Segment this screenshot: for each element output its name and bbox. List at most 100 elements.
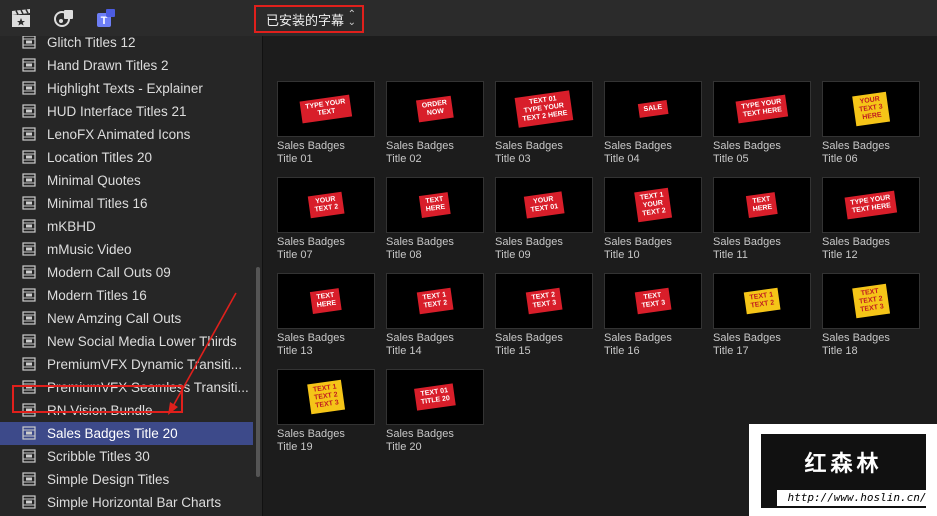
sidebar-item[interactable]: New Social Media Lower Thirds: [0, 330, 253, 353]
tile-caption: Sales Badges Title 02: [386, 140, 454, 165]
title-effect-icon: [22, 173, 36, 187]
title-tile[interactable]: TEXT HERE Sales Badges Title 11: [713, 177, 811, 267]
sidebar-item-label: Highlight Texts - Explainer: [47, 81, 203, 96]
title-tile[interactable]: TEXT 1 TEXT 2 TEXT 3 Sales Badges Title 1…: [277, 369, 375, 459]
sidebar-item-label: Simple Horizontal Bar Charts: [47, 495, 222, 510]
tile-caption: Sales Badges Title 17: [713, 332, 781, 357]
thumbnail-badge-text: ORDER NOW: [416, 95, 454, 123]
title-effect-icon: [22, 449, 36, 463]
sidebar-item[interactable]: Location Titles 20: [0, 146, 253, 169]
thumbnail-badge-text: TEXT TEXT 2 TEXT 3: [852, 283, 890, 319]
tile-caption: Sales Badges Title 07: [277, 236, 345, 261]
title-effect-icon: [22, 104, 36, 118]
sidebar-item[interactable]: Modern Call Outs 09: [0, 261, 253, 284]
thumbnail-badge-text: TEXT 1 TEXT 2 TEXT 3: [307, 379, 345, 415]
sidebar-item[interactable]: Simple Horizontal Bar Charts: [0, 491, 253, 514]
title-tile[interactable]: YOUR TEXT 2 Sales Badges Title 07: [277, 177, 375, 267]
sidebar-item[interactable]: Sales Badges Title 20: [0, 422, 253, 445]
title-effect-icon: [22, 311, 36, 325]
watermark-title: 红森林: [804, 452, 883, 477]
sidebar-item-label: Modern Titles 16: [47, 288, 147, 303]
music-photo-icon[interactable]: [54, 8, 76, 28]
tile-thumbnail: TEXT HERE: [386, 177, 484, 233]
title-tile[interactable]: TEXT 1 TEXT 2 Sales Badges Title 14: [386, 273, 484, 363]
title-tile[interactable]: SALE Sales Badges Title 04: [604, 81, 702, 171]
sidebar-item[interactable]: Modern Titles 16: [0, 284, 253, 307]
title-tile[interactable]: TEXT 01 TITLE 20 Sales Badges Title 20: [386, 369, 484, 459]
selection-highlight-box: [12, 385, 183, 413]
tile-caption: Sales Badges Title 20: [386, 428, 454, 453]
title-effect-icon: [22, 196, 36, 210]
sidebar-item-label: PremiumVFX Dynamic Transiti...: [47, 357, 243, 372]
thumbnail-badge-text: TYPE YOUR TEXT: [299, 94, 353, 124]
sidebar-item-label: HUD Interface Titles 21: [47, 104, 187, 119]
title-tile[interactable]: TEXT TEXT 2 TEXT 3 Sales Badges Title 18: [822, 273, 920, 363]
thumbnail-badge-text: TEXT HERE: [418, 192, 452, 218]
title-effect-icon: [22, 265, 36, 279]
sidebar-item[interactable]: PremiumVFX Dynamic Transiti...: [0, 353, 253, 376]
thumbnail-badge-text: SALE: [637, 100, 669, 118]
tile-thumbnail: TEXT 01 TITLE 20: [386, 369, 484, 425]
installed-titles-dropdown[interactable]: 已安装的字幕 ⌃ ⌄: [254, 5, 364, 33]
sidebar-item[interactable]: Scribble Titles 30: [0, 445, 253, 468]
title-tile[interactable]: TEXT HERE Sales Badges Title 13: [277, 273, 375, 363]
thumbnail-badge-text: TEXT TEXT 3: [634, 287, 672, 315]
tile-thumbnail: TEXT 01 TYPE YOUR TEXT 2 HERE: [495, 81, 593, 137]
tile-caption: Sales Badges Title 12: [822, 236, 890, 261]
title-effect-icon: [22, 495, 36, 509]
sidebar-item[interactable]: HUD Interface Titles 21: [0, 100, 253, 123]
thumbnail-badge-text: TEXT 2 TEXT 3: [525, 287, 563, 315]
sidebar-item[interactable]: Glitch Titles 12: [0, 36, 253, 54]
title-tile[interactable]: YOUR TEXT 3 HERE Sales Badges Title 06: [822, 81, 920, 171]
tile-thumbnail: ORDER NOW: [386, 81, 484, 137]
title-tile[interactable]: TEXT 1 YOUR TEXT 2 Sales Badges Title 10: [604, 177, 702, 267]
tile-thumbnail: YOUR TEXT 3 HERE: [822, 81, 920, 137]
watermark-url: http://www.hoslin.cn/: [777, 490, 937, 506]
sidebar-item-label: Scribble Titles 30: [47, 449, 150, 464]
tile-thumbnail: TYPE YOUR TEXT: [277, 81, 375, 137]
tile-thumbnail: TEXT HERE: [713, 177, 811, 233]
title-tile[interactable]: TYPE YOUR TEXT Sales Badges Title 01: [277, 81, 375, 171]
title-tile[interactable]: TYPE YOUR TEXT HERE Sales Badges Title 12: [822, 177, 920, 267]
sidebar-item[interactable]: mMusic Video: [0, 238, 253, 261]
title-tile[interactable]: TEXT TEXT 3 Sales Badges Title 16: [604, 273, 702, 363]
thumbnail-badge-text: YOUR TEXT 01: [523, 191, 565, 219]
sidebar-item-label: Minimal Quotes: [47, 173, 141, 188]
tile-thumbnail: SALE: [604, 81, 702, 137]
title-tile[interactable]: ORDER NOW Sales Badges Title 02: [386, 81, 484, 171]
title-effect-icon: [22, 127, 36, 141]
sidebar-item[interactable]: New Amzing Call Outs: [0, 307, 253, 330]
tile-thumbnail: YOUR TEXT 2: [277, 177, 375, 233]
title-tile[interactable]: TEXT 01 TYPE YOUR TEXT 2 HERE Sales Badge…: [495, 81, 593, 171]
sidebar-item[interactable]: Minimal Titles 16: [0, 192, 253, 215]
title-tile[interactable]: TEXT HERE Sales Badges Title 08: [386, 177, 484, 267]
thumbnail-badge-text: TEXT 1 TEXT 2: [743, 287, 781, 315]
thumbnail-badge-text: YOUR TEXT 3 HERE: [852, 91, 890, 127]
thumbnail-badge-text: TEXT 1 TEXT 2: [416, 287, 454, 315]
dropdown-label: 已安装的字幕: [266, 12, 345, 28]
clapper-icon[interactable]: [10, 8, 32, 28]
tile-caption: Sales Badges Title 09: [495, 236, 563, 261]
sidebar-item[interactable]: mKBHD: [0, 215, 253, 238]
title-effect-icon: [22, 150, 36, 164]
sidebar-item[interactable]: Highlight Texts - Explainer: [0, 77, 253, 100]
title-tile[interactable]: TEXT 2 TEXT 3 Sales Badges Title 15: [495, 273, 593, 363]
title-tile[interactable]: TYPE YOUR TEXT HERE Sales Badges Title 05: [713, 81, 811, 171]
title-tile[interactable]: YOUR TEXT 01 Sales Badges Title 09: [495, 177, 593, 267]
thumbnail-badge-text: TEXT HERE: [309, 288, 343, 314]
sidebar-item[interactable]: Hand Drawn Titles 2: [0, 54, 253, 77]
thumbnail-badge-text: YOUR TEXT 2: [307, 191, 345, 219]
sidebar-item[interactable]: LenoFX Animated Icons: [0, 123, 253, 146]
title-tile[interactable]: TEXT 1 TEXT 2 Sales Badges Title 17: [713, 273, 811, 363]
tile-caption: Sales Badges Title 06: [822, 140, 890, 165]
tile-caption: Sales Badges Title 19: [277, 428, 345, 453]
updown-chevron-icon: ⌃ ⌄: [347, 9, 356, 28]
titles-icon[interactable]: T: [95, 8, 117, 28]
sidebar-item-label: New Social Media Lower Thirds: [47, 334, 237, 349]
sidebar-scrollbar[interactable]: [256, 267, 260, 477]
tile-caption: Sales Badges Title 03: [495, 140, 563, 165]
tile-thumbnail: TEXT HERE: [277, 273, 375, 329]
thumbnail-badge-text: TYPE YOUR TEXT HERE: [735, 94, 789, 124]
sidebar-item[interactable]: Minimal Quotes: [0, 169, 253, 192]
sidebar-item[interactable]: Simple Design Titles: [0, 468, 253, 491]
